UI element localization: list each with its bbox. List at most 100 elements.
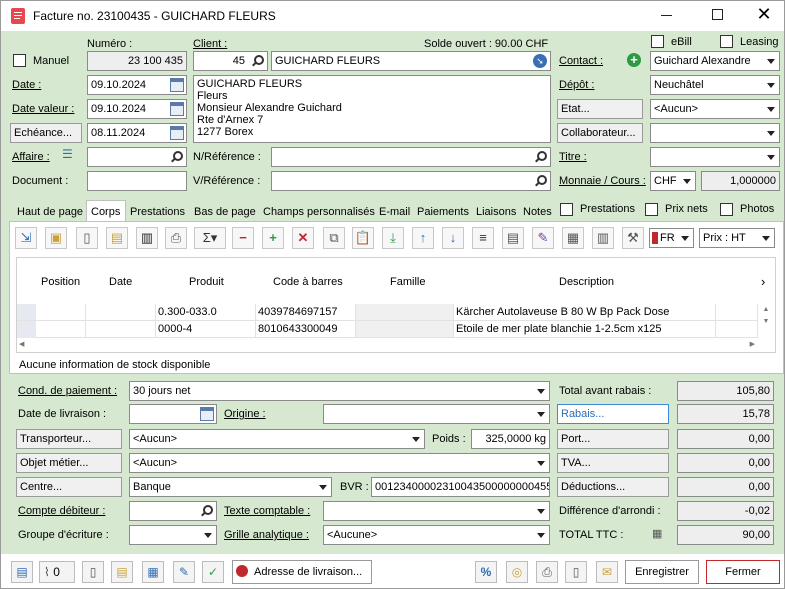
prestations-checkbox[interactable] xyxy=(560,203,573,216)
port-button[interactable]: Port... xyxy=(557,429,669,449)
tab-liaisons[interactable]: Liaisons xyxy=(476,205,516,219)
vertical-scrollbar[interactable]: ▲ ▼ xyxy=(759,304,773,338)
minimize-icon[interactable] xyxy=(661,15,672,16)
cell-code[interactable]: 8010643300049 xyxy=(256,321,356,338)
cond-paiement-select[interactable]: 30 jours net xyxy=(129,381,550,401)
cell-date[interactable] xyxy=(86,304,156,321)
document-field[interactable] xyxy=(87,171,187,191)
tva-button[interactable]: TVA... xyxy=(557,453,669,473)
new-document-icon[interactable]: ▯ xyxy=(76,227,98,249)
manuel-checkbox[interactable] xyxy=(13,54,26,67)
client-link-icon[interactable]: ➘ xyxy=(533,54,547,68)
tab-haut-de-page[interactable]: Haut de page xyxy=(17,205,83,219)
grille-analytique-select[interactable]: <Aucune> xyxy=(323,525,550,545)
tab-bas-de-page[interactable]: Bas de page xyxy=(194,205,256,219)
cell-famille[interactable] xyxy=(356,304,454,321)
col-code-barres[interactable]: Code à barres xyxy=(273,275,343,289)
texte-comptable-select[interactable] xyxy=(323,501,550,521)
titre-select[interactable] xyxy=(650,147,780,167)
etat-button[interactable]: Etat... xyxy=(557,99,643,119)
calculator-icon[interactable]: ▦ xyxy=(562,227,584,249)
check-document-icon[interactable]: ✓ xyxy=(202,561,224,583)
date-livraison-field[interactable] xyxy=(129,404,217,424)
calculator-icon[interactable]: ▦ xyxy=(652,527,668,541)
col-date[interactable]: Date xyxy=(109,275,132,289)
search-icon[interactable] xyxy=(170,151,183,163)
client-name-field[interactable]: GUICHARD FLEURS ➘ xyxy=(271,51,551,71)
search-icon[interactable] xyxy=(200,505,213,517)
scroll-right-icon[interactable]: › xyxy=(761,274,765,289)
echeance-field[interactable]: 08.11.2024 xyxy=(87,123,187,143)
calendar-icon[interactable] xyxy=(170,102,184,116)
language-select[interactable]: FR xyxy=(649,228,694,248)
attachment-button[interactable]: ⌇ 0 xyxy=(39,561,75,583)
groupe-ecriture-select[interactable] xyxy=(129,525,217,545)
centre-select[interactable]: Banque xyxy=(129,477,332,497)
tab-notes[interactable]: Notes xyxy=(523,205,552,219)
cell-code[interactable]: 4039784697157 xyxy=(256,304,356,321)
sum-menu-icon[interactable]: Σ▾ xyxy=(194,227,226,249)
cell-date[interactable] xyxy=(86,321,156,338)
search-icon[interactable] xyxy=(534,151,547,163)
percent-icon[interactable]: % xyxy=(475,561,497,583)
text-line-icon[interactable]: ▤ xyxy=(502,227,524,249)
echeance-button[interactable]: Echéance... xyxy=(10,123,82,143)
origine-select[interactable] xyxy=(323,404,550,424)
coins-icon[interactable]: ◎ xyxy=(506,561,528,583)
address-field[interactable]: GUICHARD FLEURS Fleurs Monsieur Alexandr… xyxy=(193,75,551,143)
add-line-icon[interactable]: + xyxy=(262,227,284,249)
photos-checkbox[interactable] xyxy=(720,203,733,216)
edit-icon[interactable]: ✎ xyxy=(532,227,554,249)
transporteur-select[interactable]: <Aucun> xyxy=(129,429,425,449)
collaborateur-select[interactable] xyxy=(650,123,780,143)
cell-position[interactable] xyxy=(36,321,86,338)
close-icon[interactable]: ✕ xyxy=(756,4,772,24)
calendar-icon[interactable] xyxy=(170,78,184,92)
date-valeur-field[interactable]: 09.10.2024 xyxy=(87,99,187,119)
tab-prestations[interactable]: Prestations xyxy=(130,205,185,219)
client-number-field[interactable]: 45 xyxy=(193,51,268,71)
tab-paiements[interactable]: Paiements xyxy=(417,205,469,219)
tab-corps[interactable]: Corps xyxy=(91,205,120,219)
compte-debiteur-field[interactable] xyxy=(129,501,217,521)
info-icon[interactable]: ▤ xyxy=(11,561,33,583)
fermer-button[interactable]: Fermer xyxy=(706,560,780,584)
poids-field[interactable]: 325,0000 kg xyxy=(471,429,550,449)
col-famille[interactable]: Famille xyxy=(390,275,425,289)
transporteur-button[interactable]: Transporteur... xyxy=(16,429,122,449)
tools-icon[interactable]: ⚒ xyxy=(622,227,644,249)
objet-metier-select[interactable]: <Aucun> xyxy=(129,453,550,473)
move-up-icon[interactable]: ↑ xyxy=(412,227,434,249)
row-selector[interactable] xyxy=(17,304,36,321)
tab-email[interactable]: E-mail xyxy=(379,205,410,219)
cell-position[interactable] xyxy=(36,304,86,321)
list-icon[interactable]: ≡ xyxy=(472,227,494,249)
leasing-checkbox[interactable] xyxy=(720,35,733,48)
prix-select[interactable]: Prix : HT xyxy=(699,228,775,248)
sum-icon[interactable]: ☰ xyxy=(62,147,80,163)
cell-description[interactable]: Etoile de mer plate blanchie 1-2.5cm x12… xyxy=(454,321,716,338)
delete-line-icon[interactable]: ✕ xyxy=(292,227,314,249)
deductions-button[interactable]: Déductions... xyxy=(557,477,669,497)
cell-description[interactable]: Kärcher Autolaveuse B 80 W Bp Pack Dose xyxy=(454,304,716,321)
cell-extra[interactable] xyxy=(716,304,758,321)
date-field[interactable]: 09.10.2024 xyxy=(87,75,187,95)
bvr-field[interactable]: 00123400002310043500000000455 xyxy=(371,477,550,497)
add-contact-icon[interactable]: + xyxy=(627,53,641,67)
horizontal-scrollbar[interactable]: ◀ ▶ xyxy=(17,339,757,351)
edit-document-icon[interactable]: ✎ xyxy=(173,561,195,583)
v-ref-field[interactable] xyxy=(271,171,551,191)
rabais-button[interactable]: Rabais... xyxy=(557,404,669,424)
prix-nets-checkbox[interactable] xyxy=(645,203,658,216)
ebill-checkbox[interactable] xyxy=(651,35,664,48)
calendar-icon[interactable] xyxy=(200,407,214,421)
search-icon[interactable] xyxy=(251,55,264,67)
stock-icon[interactable]: ▤ xyxy=(111,561,133,583)
cell-extra[interactable] xyxy=(716,321,758,338)
paste-icon[interactable]: 📋 xyxy=(352,227,374,249)
centre-button[interactable]: Centre... xyxy=(16,477,122,497)
col-produit[interactable]: Produit xyxy=(189,275,224,289)
search-icon[interactable] xyxy=(534,175,547,187)
import-icon[interactable]: ⇲ xyxy=(15,227,37,249)
objet-metier-button[interactable]: Objet métier... xyxy=(16,453,122,473)
